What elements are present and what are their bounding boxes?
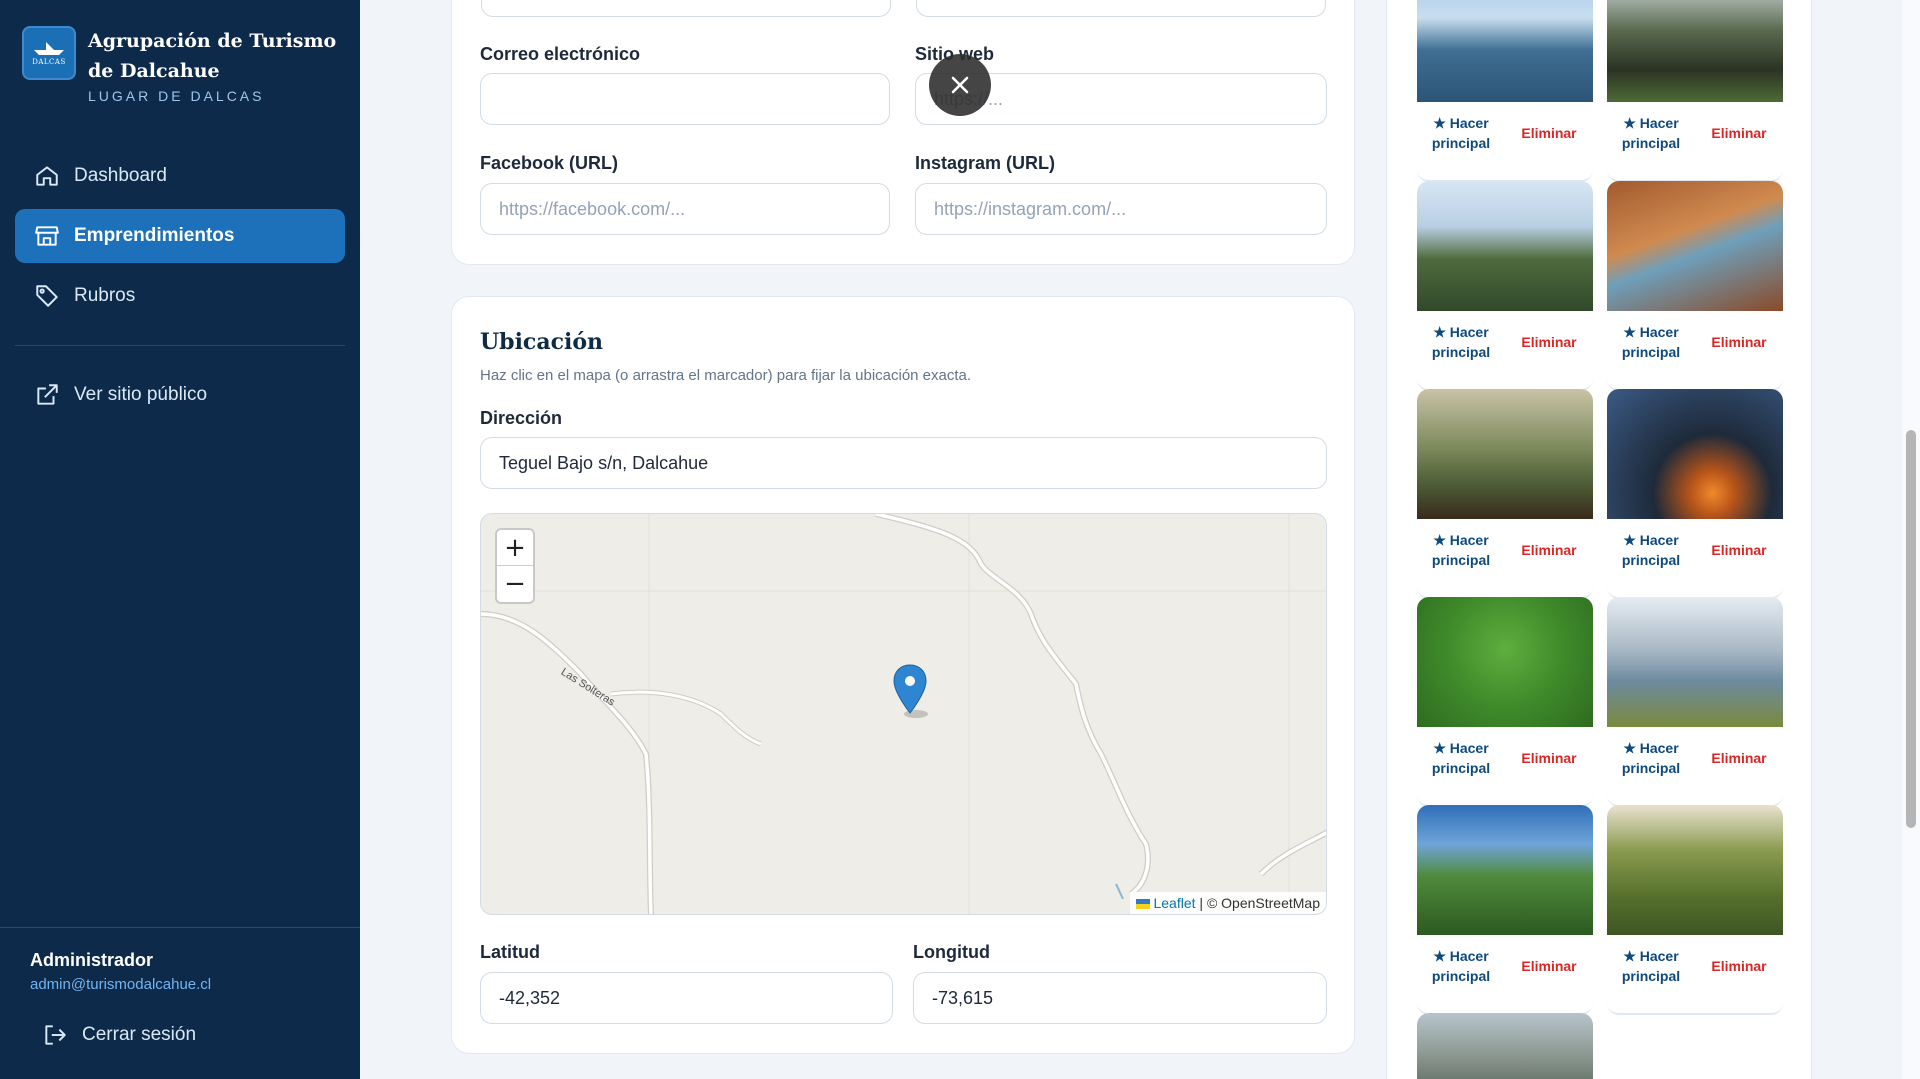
gallery-item: ★ Hacer principal Eliminar — [1417, 597, 1593, 807]
logo-text: DALCAS — [32, 57, 66, 66]
previous-field-left[interactable] — [481, 0, 891, 17]
map-attribution: Leaflet | © OpenStreetMap — [1130, 892, 1326, 914]
make-main-button[interactable]: ★ Hacer principal — [1607, 738, 1695, 778]
store-icon — [35, 226, 59, 246]
zoom-out-button[interactable]: − — [497, 566, 533, 602]
gallery-photo[interactable] — [1417, 597, 1593, 727]
user-email: admin@turismodalcahue.cl — [30, 976, 212, 993]
delete-button[interactable]: Eliminar — [1695, 334, 1783, 350]
nav-label-dashboard: Dashboard — [74, 165, 167, 186]
make-main-button[interactable]: ★ Hacer principal — [1417, 738, 1505, 778]
nav-item-rubros[interactable]: Rubros — [15, 269, 345, 323]
delete-button[interactable]: Eliminar — [1505, 750, 1593, 766]
gallery-item: ★ Hacer principal Eliminar — [1417, 805, 1593, 1015]
address-field[interactable] — [480, 437, 1327, 489]
tag-icon — [36, 285, 58, 307]
nav-label-public-site: Ver sitio público — [74, 384, 208, 405]
make-main-button[interactable]: ★ Hacer principal — [1417, 322, 1505, 362]
gallery-photo[interactable] — [1417, 181, 1593, 311]
email-field[interactable] — [480, 73, 890, 125]
delete-button[interactable]: Eliminar — [1505, 125, 1593, 141]
user-panel: Administrador admin@turismodalcahue.cl C… — [0, 927, 360, 1045]
boat-icon — [34, 41, 64, 55]
gallery-item: ★ Hacer principal Eliminar — [1607, 181, 1783, 391]
latitude-field[interactable] — [480, 972, 893, 1024]
gallery-photo[interactable] — [1607, 597, 1783, 727]
zoom-controls: + − — [495, 528, 535, 604]
delete-button[interactable]: Eliminar — [1695, 125, 1783, 141]
nav-item-emprendimientos[interactable]: Emprendimientos — [15, 209, 345, 263]
gallery-item: ★ Hacer principal Eliminar — [1607, 805, 1783, 1015]
longitude-label: Longitud — [913, 942, 990, 962]
facebook-label: Facebook (URL) — [480, 153, 619, 173]
delete-button[interactable]: Eliminar — [1505, 958, 1593, 974]
gallery-photo[interactable] — [1417, 1013, 1593, 1079]
main-nav: Dashboard Emprendimientos Rubros Ver sit… — [15, 149, 345, 428]
gallery-item: ★ Hacer principal Eliminar — [1607, 389, 1783, 599]
brand[interactable]: DALCAS Agrupación de Turismo de Dalcahue… — [22, 26, 348, 104]
gallery-item: ★ Hacer principal Eliminar — [1607, 0, 1783, 182]
logout-button[interactable]: Cerrar sesión — [42, 1022, 196, 1048]
nav-divider — [15, 345, 345, 346]
map-marker-icon[interactable] — [890, 663, 930, 719]
gallery-photo[interactable] — [1417, 805, 1593, 935]
instagram-label: Instagram (URL) — [915, 153, 1056, 173]
address-label: Dirección — [480, 408, 563, 428]
gallery-item: ★ Hacer principal Eliminar — [1607, 597, 1783, 807]
gallery-item — [1417, 1013, 1593, 1079]
gallery-item: ★ Hacer principal Eliminar — [1417, 181, 1593, 391]
close-icon — [951, 76, 969, 94]
external-link-icon — [37, 384, 58, 405]
latitude-label: Latitud — [480, 942, 540, 962]
nav-label-emprendimientos: Emprendimientos — [74, 225, 235, 246]
gallery-item: ★ Hacer principal Eliminar — [1417, 389, 1593, 599]
make-main-button[interactable]: ★ Hacer principal — [1607, 946, 1695, 986]
gallery-photo[interactable] — [1417, 389, 1593, 519]
flag-icon — [1136, 899, 1151, 910]
logout-icon — [45, 1025, 66, 1045]
longitude-field[interactable] — [913, 972, 1327, 1024]
delete-button[interactable]: Eliminar — [1695, 542, 1783, 558]
delete-button[interactable]: Eliminar — [1695, 958, 1783, 974]
brand-logo: DALCAS — [22, 26, 76, 80]
facebook-field[interactable] — [480, 183, 890, 235]
location-map[interactable]: Las Solteras + − Leaflet | © OpenStreetM… — [480, 513, 1327, 915]
zoom-in-button[interactable]: + — [497, 530, 533, 566]
nav-item-dashboard[interactable]: Dashboard — [15, 149, 345, 203]
scrollbar-thumb[interactable] — [1906, 430, 1916, 828]
make-main-button[interactable]: ★ Hacer principal — [1607, 530, 1695, 570]
make-main-button[interactable]: ★ Hacer principal — [1607, 113, 1695, 153]
nav-label-rubros: Rubros — [74, 285, 136, 306]
gallery-item: ★ Hacer principal Eliminar — [1417, 0, 1593, 182]
make-main-button[interactable]: ★ Hacer principal — [1417, 530, 1505, 570]
osm-attribution: | © OpenStreetMap — [1195, 895, 1320, 911]
delete-button[interactable]: Eliminar — [1505, 542, 1593, 558]
make-main-button[interactable]: ★ Hacer principal — [1417, 946, 1505, 986]
leaflet-link[interactable]: Leaflet — [1153, 895, 1195, 911]
location-help: Haz clic en el mapa (o arrastra el marca… — [480, 367, 972, 384]
location-title: Ubicación — [480, 329, 603, 355]
make-main-button[interactable]: ★ Hacer principal — [1607, 322, 1695, 362]
instagram-field[interactable] — [915, 183, 1327, 235]
brand-title: Agrupación de Turismo de Dalcahue — [88, 30, 337, 82]
delete-button[interactable]: Eliminar — [1695, 750, 1783, 766]
gallery-photo[interactable] — [1607, 805, 1783, 935]
home-icon — [36, 166, 58, 186]
gallery-photo[interactable] — [1607, 181, 1783, 311]
close-overlay-button[interactable] — [929, 54, 991, 116]
make-main-button[interactable]: ★ Hacer principal — [1417, 113, 1505, 153]
logout-label: Cerrar sesión — [82, 1024, 197, 1045]
gallery-photo[interactable] — [1607, 389, 1783, 519]
photo-gallery: ★ Hacer principal Eliminar ★ Hacer princi… — [1386, 0, 1812, 1079]
nav-item-public-site[interactable]: Ver sitio público — [15, 368, 345, 422]
user-name: Administrador — [30, 950, 154, 970]
delete-button[interactable]: Eliminar — [1505, 334, 1593, 350]
brand-subtitle: LUGAR DE DALCAS — [88, 88, 265, 104]
sidebar: DALCAS Agrupación de Turismo de Dalcahue… — [0, 0, 360, 1079]
previous-field-right[interactable] — [916, 0, 1326, 17]
gallery-photo[interactable] — [1417, 0, 1593, 102]
email-label: Correo electrónico — [480, 44, 641, 64]
gallery-photo[interactable] — [1607, 0, 1783, 102]
